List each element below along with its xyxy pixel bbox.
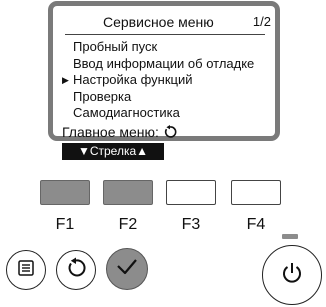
menu-button[interactable] — [6, 250, 46, 290]
arrow-navigation-hint: ▼Стрелка▲ — [62, 143, 164, 160]
f4-label: F4 — [246, 216, 266, 233]
return-button[interactable] — [56, 250, 96, 290]
menu-item-input-maintenance-info[interactable]: Ввод информации об отладке — [61, 56, 276, 73]
menu-item-check[interactable]: Проверка — [61, 89, 276, 106]
lcd-screen-frame: Сервисное меню 1/2 Пробный пуск Ввод инф… — [48, 1, 280, 160]
menu-item-test-run[interactable]: Пробный пуск — [61, 39, 276, 56]
selection-marker: ▶ — [62, 75, 69, 85]
menu-item-function-setting[interactable]: ▶ Настройка функций — [61, 72, 276, 89]
power-icon — [281, 261, 303, 290]
checkmark-icon — [115, 257, 139, 282]
f3-button[interactable] — [166, 180, 216, 205]
f4-button[interactable] — [231, 180, 281, 205]
screen-header: Сервисное меню 1/2 — [83, 13, 273, 31]
lcd-screen: Сервисное меню 1/2 Пробный пуск Ввод инф… — [53, 6, 276, 160]
service-menu-list: Пробный пуск Ввод информации об отладке … — [61, 39, 276, 122]
f1-button[interactable] — [40, 180, 90, 205]
return-arrow-icon — [163, 124, 177, 140]
power-button[interactable] — [262, 245, 322, 305]
menu-item-label: Ввод информации об отладке — [73, 55, 255, 71]
select-confirm-button[interactable] — [106, 248, 148, 290]
menu-item-label: Настройка функций — [73, 72, 193, 87]
menu-list-icon — [18, 259, 34, 281]
f3-label: F3 — [181, 216, 201, 233]
main-menu-label: Главное меню: — [62, 124, 159, 140]
f1-label: F1 — [55, 216, 75, 233]
operation-indicator-led — [282, 234, 298, 239]
return-arrow-icon — [65, 257, 87, 284]
header-divider — [65, 34, 265, 35]
f2-label: F2 — [118, 216, 138, 233]
menu-item-self-diagnosis[interactable]: Самодиагностика — [61, 105, 276, 122]
page-indicator: 1/2 — [252, 14, 271, 29]
f2-button[interactable] — [103, 180, 153, 205]
menu-item-label: Самодиагностика — [73, 105, 180, 120]
main-menu-hint: Главное меню: — [62, 124, 177, 141]
menu-item-label: Пробный пуск — [73, 39, 158, 54]
menu-item-label: Проверка — [73, 88, 132, 104]
screen-title: Сервисное меню — [103, 14, 214, 30]
